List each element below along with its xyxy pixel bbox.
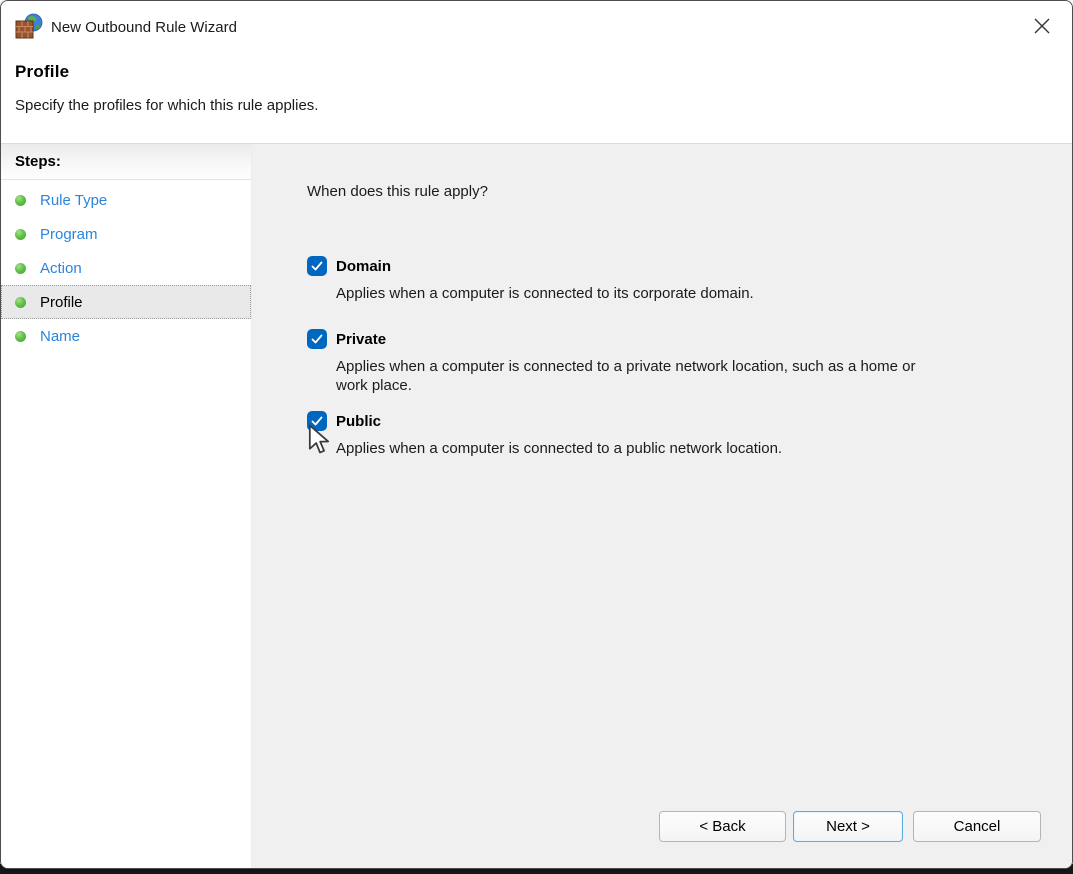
- step-label: Program: [40, 226, 98, 243]
- domain-description: Applies when a computer is connected to …: [336, 284, 946, 303]
- question-text: When does this rule apply?: [307, 183, 1042, 200]
- wizard-content: When does this rule apply? Domain Applie…: [252, 144, 1072, 869]
- firewall-globe-icon: [15, 13, 43, 41]
- checkmark-icon: [310, 259, 324, 273]
- close-icon: [1033, 17, 1051, 35]
- private-description: Applies when a computer is connected to …: [336, 357, 946, 395]
- sidebar-item-profile[interactable]: Profile: [1, 285, 251, 319]
- green-sphere-icon: [15, 263, 26, 274]
- option-domain: Domain Applies when a computer is connec…: [307, 256, 1042, 303]
- page-subtitle: Specify the profiles for which this rule…: [15, 97, 1058, 114]
- page-header: Profile Specify the profiles for which t…: [1, 53, 1072, 144]
- option-public: Public Applies when a computer is connec…: [307, 411, 1042, 458]
- sidebar-item-name[interactable]: Name: [1, 319, 251, 353]
- back-button[interactable]: < Back: [659, 811, 786, 842]
- title-bar: New Outbound Rule Wizard: [1, 1, 1072, 53]
- domain-checkbox[interactable]: [307, 256, 327, 276]
- step-label: Action: [40, 260, 82, 277]
- domain-label[interactable]: Domain: [336, 258, 391, 275]
- public-label[interactable]: Public: [336, 413, 381, 430]
- sidebar-item-rule-type[interactable]: Rule Type: [1, 183, 251, 217]
- option-private: Private Applies when a computer is conne…: [307, 329, 1042, 395]
- private-label[interactable]: Private: [336, 331, 386, 348]
- green-sphere-icon: [15, 229, 26, 240]
- private-checkbox[interactable]: [307, 329, 327, 349]
- window-title: New Outbound Rule Wizard: [51, 19, 237, 36]
- step-label: Name: [40, 328, 80, 345]
- wizard-window: New Outbound Rule Wizard Profile Specify…: [0, 0, 1073, 869]
- cancel-button[interactable]: Cancel: [913, 811, 1041, 842]
- page-title: Profile: [15, 62, 1058, 82]
- public-checkbox[interactable]: [307, 411, 327, 431]
- steps-sidebar: Steps: Rule Type Program Action Profile: [1, 144, 252, 869]
- sidebar-item-action[interactable]: Action: [1, 251, 251, 285]
- public-description: Applies when a computer is connected to …: [336, 439, 946, 458]
- green-sphere-icon: [15, 331, 26, 342]
- sidebar-item-program[interactable]: Program: [1, 217, 251, 251]
- checkmark-icon: [310, 332, 324, 346]
- green-sphere-icon: [15, 195, 26, 206]
- step-label: Profile: [40, 294, 83, 311]
- checkmark-icon: [310, 414, 324, 428]
- wizard-footer: < Back Next > Cancel: [659, 811, 1041, 842]
- close-button[interactable]: [1020, 7, 1064, 45]
- steps-list: Rule Type Program Action Profile Name: [1, 180, 251, 353]
- step-label: Rule Type: [40, 192, 107, 209]
- next-button[interactable]: Next >: [793, 811, 903, 842]
- green-sphere-icon: [15, 297, 26, 308]
- steps-heading: Steps:: [1, 144, 251, 180]
